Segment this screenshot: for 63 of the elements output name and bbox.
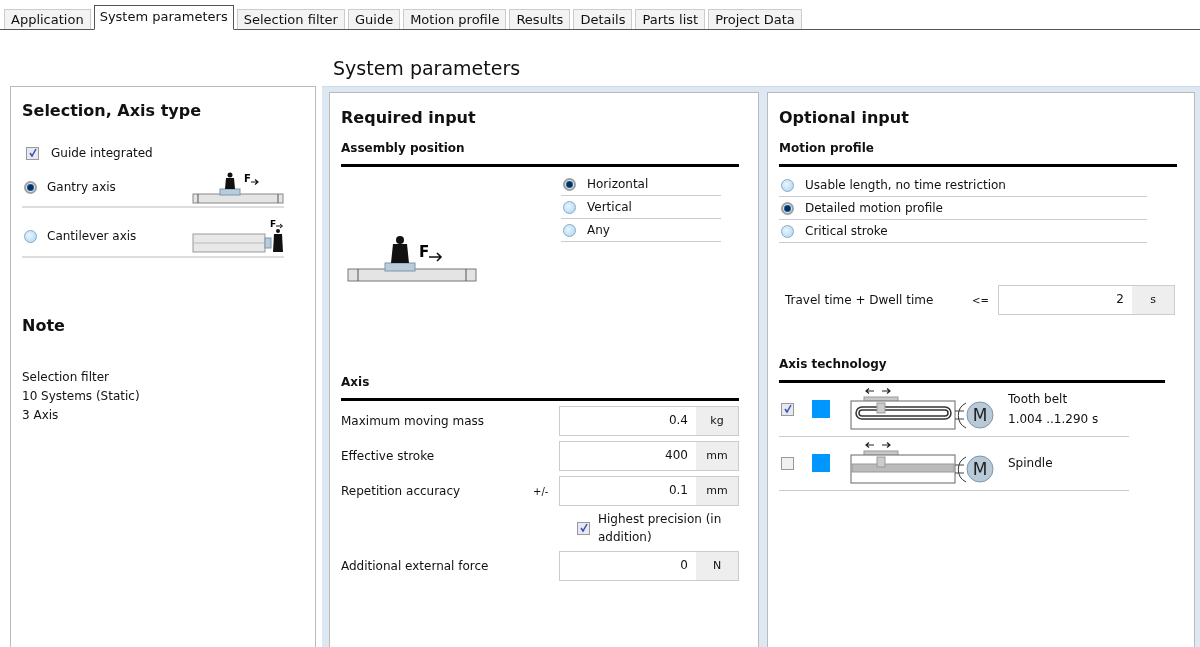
field-label: Maximum moving mass — [341, 414, 485, 428]
note-title: Note — [22, 316, 65, 335]
radio-label: Usable length, no time restriction — [805, 178, 1006, 192]
field-prefix: <= — [972, 294, 989, 306]
radio-label: Critical stroke — [805, 224, 888, 238]
panel-title: Optional input — [779, 108, 909, 127]
section-heading: Axis technology — [779, 357, 1165, 383]
input-field[interactable]: 0.1 mm — [559, 476, 739, 506]
radio-button[interactable] — [24, 229, 37, 243]
field-label: Effective stroke — [341, 449, 436, 463]
radio-label: Gantry axis — [47, 180, 117, 194]
input-field[interactable]: 0 N — [559, 551, 739, 581]
radio-button[interactable] — [781, 224, 794, 238]
checkbox-label: Highest precision (in addition) — [598, 511, 723, 546]
belt-drive-drawing: M — [850, 386, 998, 432]
page-title: System parameters — [333, 57, 521, 79]
tab[interactable]: Selection filter — [236, 9, 345, 29]
tab[interactable]: Details — [573, 9, 633, 29]
radio-button[interactable] — [563, 177, 576, 191]
tab[interactable]: Application — [4, 9, 91, 29]
radio-button[interactable] — [563, 223, 576, 237]
technology-label: Tooth belt — [1008, 392, 1068, 406]
checkbox[interactable] — [781, 402, 794, 416]
field-label: Additional external force — [341, 559, 490, 573]
radio-button[interactable] — [563, 200, 576, 214]
tab[interactable]: Guide — [347, 9, 401, 29]
section-heading: Axis — [341, 375, 739, 401]
note-text: 3 Axis — [22, 407, 59, 424]
radio-button[interactable] — [24, 180, 37, 194]
gantry-axis-drawing: F — [192, 170, 284, 204]
field-label: Travel time + Dwell time — [784, 293, 935, 307]
tab[interactable]: Motion profile — [403, 9, 507, 29]
checkbox[interactable] — [577, 521, 590, 535]
panel-title: Required input — [341, 108, 476, 127]
radio-button[interactable] — [781, 201, 794, 215]
section-heading: Assembly position — [341, 141, 739, 167]
radio-label: Any — [587, 223, 610, 237]
field-label: Repetition accuracy — [341, 484, 462, 498]
checkbox[interactable] — [26, 146, 39, 160]
input-field[interactable]: 2 s — [998, 285, 1175, 315]
field-prefix: +/- — [533, 485, 549, 497]
note-text: 10 Systems (Static) — [22, 388, 140, 405]
radio-label: Detailed motion profile — [805, 201, 943, 215]
note-text: Selection filter — [22, 369, 110, 386]
spindle-drive-drawing: M — [850, 440, 998, 486]
tab[interactable]: Project Data — [708, 9, 802, 29]
cantilever-axis-drawing: F — [192, 218, 284, 254]
travel-time-range: 1.004 ..1.290 s — [1008, 412, 1099, 426]
horizontal-axis-drawing: F — [347, 213, 479, 283]
section-heading: Motion profile — [779, 141, 1177, 167]
radio-label: Cantilever axis — [47, 229, 138, 243]
checkbox-label: Guide integrated — [51, 146, 153, 160]
tab[interactable]: Results — [509, 9, 571, 29]
radio-label: Vertical — [587, 200, 632, 214]
input-field[interactable]: 0.4 kg — [559, 406, 739, 436]
checkbox[interactable] — [781, 456, 794, 470]
radio-button[interactable] — [781, 178, 794, 192]
input-field[interactable]: 400 mm — [559, 441, 739, 471]
technology-label: Spindle — [1008, 456, 1053, 470]
panel-title: Selection, Axis type — [22, 101, 202, 120]
radio-label: Horizontal — [587, 177, 649, 191]
tab[interactable]: Parts list — [635, 9, 706, 29]
tab[interactable]: System parameters — [93, 5, 234, 30]
